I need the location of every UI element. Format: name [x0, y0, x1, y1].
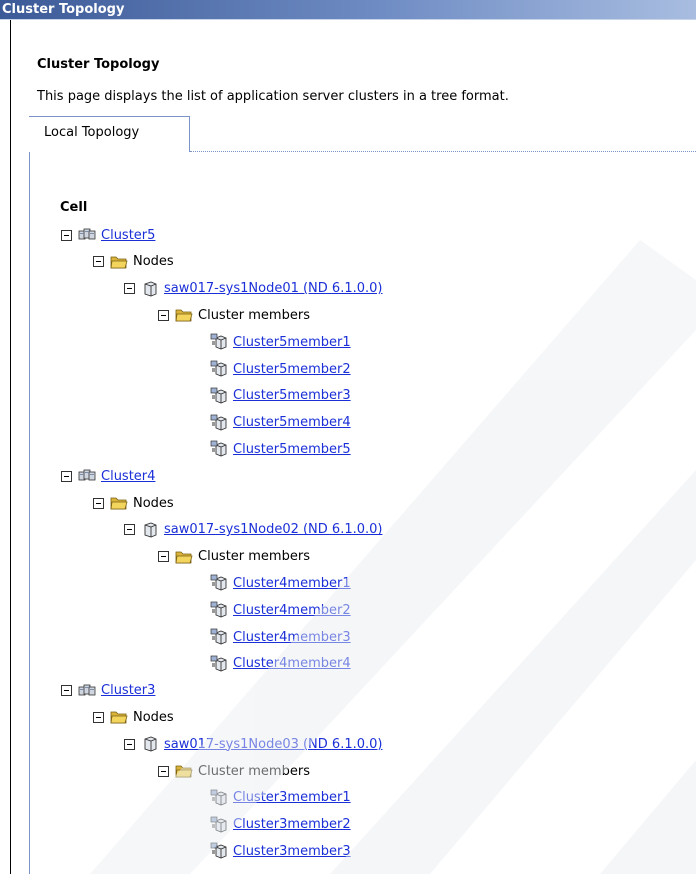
nodes-folder-row: Nodes: [93, 707, 174, 727]
cluster-member-row: Cluster5member4: [210, 413, 351, 433]
node-icon: [141, 735, 159, 753]
window-title-bar: Cluster Topology: [0, 0, 696, 20]
node-link[interactable]: saw017-sys1Node03 (ND 6.1.0.0): [164, 737, 382, 752]
node-icon: [141, 521, 159, 539]
cluster-icon: [78, 467, 96, 485]
server-member-icon: [210, 842, 228, 860]
server-member-icon: [210, 440, 228, 458]
tree-root-label: Cell: [60, 200, 88, 215]
cluster-member-row: Cluster4member2: [210, 600, 351, 620]
collapse-icon[interactable]: [93, 256, 104, 268]
cluster-member-link[interactable]: Cluster3member2: [233, 817, 351, 832]
window-title: Cluster Topology: [2, 2, 125, 17]
server-member-icon: [210, 360, 228, 378]
nodes-folder-label: Nodes: [133, 254, 174, 270]
server-member-icon: [210, 816, 228, 834]
folder-open-icon: [175, 762, 193, 780]
collapse-icon[interactable]: [124, 524, 135, 536]
collapse-icon[interactable]: [158, 309, 169, 321]
node-row: saw017-sys1Node01 (ND 6.1.0.0): [124, 279, 382, 299]
folder-open-icon: [175, 306, 193, 324]
collapse-icon[interactable]: [158, 551, 169, 563]
cluster-member-link[interactable]: Cluster3member3: [233, 844, 351, 859]
cluster-row: Cluster3: [61, 681, 155, 701]
nodes-folder-label: Nodes: [133, 709, 174, 725]
node-row: saw017-sys1Node03 (ND 6.1.0.0): [124, 734, 382, 754]
nodes-folder-row: Nodes: [93, 493, 174, 513]
collapse-icon[interactable]: [61, 685, 72, 697]
folder-open-icon: [110, 708, 128, 726]
cluster-row: Cluster4: [61, 466, 155, 486]
cluster-member-row: Cluster3member1: [210, 788, 351, 808]
page-description: This page displays the list of applicati…: [37, 89, 509, 104]
collapse-icon[interactable]: [124, 738, 135, 750]
cluster-member-row: Cluster5member2: [210, 359, 351, 379]
cluster-icon: [78, 682, 96, 700]
cluster-member-link[interactable]: Cluster5member2: [233, 362, 351, 377]
cluster-link[interactable]: Cluster3: [101, 683, 155, 698]
cluster-members-folder-row: Cluster members: [158, 547, 310, 567]
nodes-folder-label: Nodes: [133, 495, 174, 511]
cluster-member-row: Cluster4member4: [210, 654, 351, 674]
cluster-member-row: Cluster3member2: [210, 815, 351, 835]
server-member-icon: [210, 414, 228, 432]
cluster-members-label: Cluster members: [198, 549, 310, 565]
cluster-link[interactable]: Cluster5: [101, 228, 155, 243]
node-row: saw017-sys1Node02 (ND 6.1.0.0): [124, 520, 382, 540]
cluster-member-link[interactable]: Cluster5member3: [233, 388, 351, 403]
cluster-member-link[interactable]: Cluster4member3: [233, 630, 351, 645]
cluster-members-label: Cluster members: [198, 763, 310, 779]
collapse-icon[interactable]: [93, 497, 104, 509]
server-member-icon: [210, 574, 228, 592]
node-link[interactable]: saw017-sys1Node01 (ND 6.1.0.0): [164, 281, 382, 296]
server-member-icon: [210, 628, 228, 646]
node-link[interactable]: saw017-sys1Node02 (ND 6.1.0.0): [164, 522, 382, 537]
cluster-icon: [78, 226, 96, 244]
folder-open-icon: [175, 548, 193, 566]
server-member-icon: [210, 601, 228, 619]
collapse-icon[interactable]: [124, 283, 135, 295]
cluster-link[interactable]: Cluster4: [101, 469, 155, 484]
cluster-member-row: Cluster3member3: [210, 841, 351, 861]
cluster-member-link[interactable]: Cluster4member1: [233, 576, 351, 591]
node-icon: [141, 280, 159, 298]
server-member-icon: [210, 387, 228, 405]
cluster-member-row: Cluster5member3: [210, 386, 351, 406]
server-member-icon: [210, 655, 228, 673]
cluster-members-folder-row: Cluster members: [158, 305, 310, 325]
page-title: Cluster Topology: [37, 57, 160, 72]
folder-open-icon: [110, 494, 128, 512]
cluster-member-link[interactable]: Cluster5member5: [233, 442, 351, 457]
tab-local-topology[interactable]: Local Topology: [29, 116, 190, 152]
server-member-icon: [210, 333, 228, 351]
server-member-icon: [210, 789, 228, 807]
tab-baseline: [190, 151, 696, 153]
cluster-member-row: Cluster4member3: [210, 627, 351, 647]
cluster-member-row: Cluster5member1: [210, 332, 351, 352]
cluster-member-row: Cluster5member5: [210, 439, 351, 459]
collapse-icon[interactable]: [158, 765, 169, 777]
collapse-icon[interactable]: [93, 711, 104, 723]
cluster-member-link[interactable]: Cluster4member2: [233, 603, 351, 618]
folder-open-icon: [110, 253, 128, 271]
tab-panel-border: [29, 116, 30, 874]
cluster-member-link[interactable]: Cluster5member4: [233, 415, 351, 430]
tab-label[interactable]: Local Topology: [44, 125, 139, 140]
cluster-member-link[interactable]: Cluster5member1: [233, 335, 351, 350]
nodes-folder-row: Nodes: [93, 252, 174, 272]
collapse-icon[interactable]: [61, 229, 72, 241]
cluster-row: Cluster5: [61, 225, 155, 245]
cluster-members-folder-row: Cluster members: [158, 761, 310, 781]
cluster-members-label: Cluster members: [198, 307, 310, 323]
cluster-member-link[interactable]: Cluster3member1: [233, 790, 351, 805]
collapse-icon[interactable]: [61, 470, 72, 482]
cluster-member-link[interactable]: Cluster4member4: [233, 656, 351, 671]
cluster-member-row: Cluster4member1: [210, 573, 351, 593]
